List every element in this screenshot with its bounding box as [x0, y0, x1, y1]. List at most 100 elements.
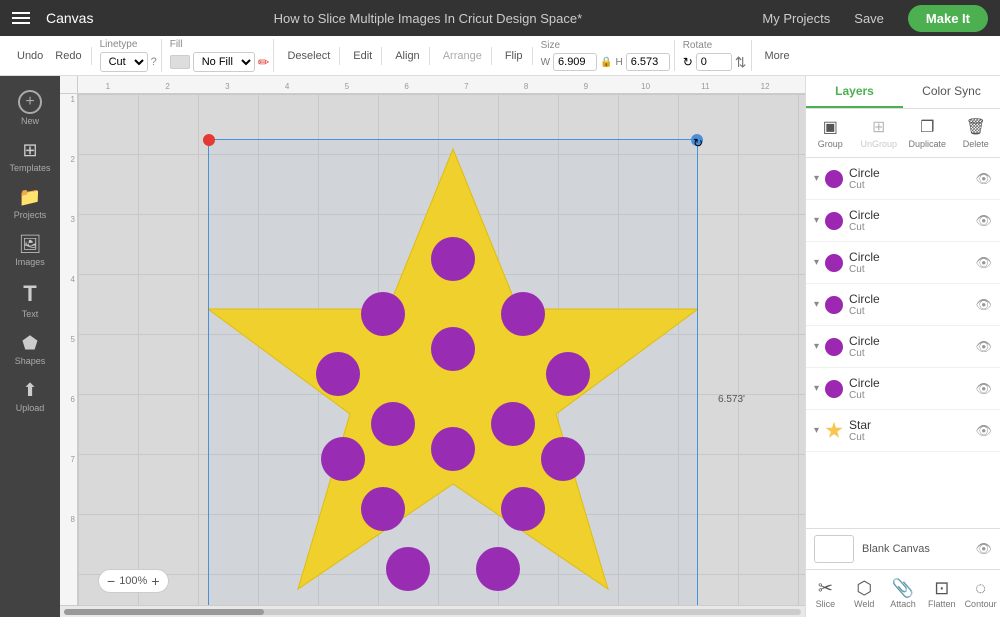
fill-label: Fill [170, 39, 183, 50]
sidebar-item-new[interactable]: + New [0, 84, 60, 132]
left-sidebar: + New ⊞ Templates 📁 Projects 🖼 Images T … [0, 76, 60, 617]
layer-swatch [825, 254, 843, 272]
projects-icon: 📁 [19, 187, 41, 208]
deselect-button[interactable]: Deselect [282, 47, 335, 65]
sidebar-item-projects[interactable]: 📁 Projects [0, 181, 60, 226]
attach-button[interactable]: 📎 Attach [884, 574, 923, 613]
arrange-button[interactable]: Arrange [438, 47, 487, 65]
make-it-button[interactable]: Make It [908, 5, 988, 32]
layer-chevron[interactable]: ▾ [814, 425, 819, 436]
layer-chevron[interactable]: ▾ [814, 299, 819, 310]
star-shape[interactable] [208, 139, 698, 605]
sidebar-item-images[interactable]: 🖼 Images [0, 228, 60, 273]
flatten-label: Flatten [928, 599, 956, 609]
layer-item[interactable]: ▾ Circle Cut 👁 [806, 326, 1000, 368]
delete-icon: 🗑 [966, 117, 986, 137]
layer-item[interactable]: ▾ Circle Cut 👁 [806, 200, 1000, 242]
duplicate-action[interactable]: ❐ Duplicate [903, 113, 952, 153]
canvas-label: Canvas [46, 10, 93, 26]
eye-icon[interactable]: 👁 [975, 171, 992, 187]
text-icon: T [23, 281, 36, 307]
layer-sublabel: Cut [849, 180, 969, 191]
eye-icon[interactable]: 👁 [975, 297, 992, 313]
sidebar-item-templates[interactable]: ⊞ Templates [0, 134, 60, 179]
rotate-arrows[interactable]: ⇅ [735, 54, 747, 71]
contour-button[interactable]: ◌ Contour [961, 574, 1000, 613]
rotate-input[interactable] [696, 53, 732, 71]
zoom-in-icon[interactable]: + [151, 573, 159, 589]
canvas[interactable]: ↻ 🔒 6.909' 6.573' − 100% + [78, 94, 805, 605]
layer-chevron[interactable]: ▾ [814, 173, 819, 184]
pencil-icon[interactable]: ✏ [258, 54, 270, 71]
weld-button[interactable]: ⬡ Weld [845, 574, 884, 613]
height-size-label: 6.573' [718, 394, 745, 405]
group-action[interactable]: ▣ Group [806, 113, 855, 153]
upload-icon: ⬆ [22, 380, 37, 401]
slice-button[interactable]: ✂ Slice [806, 574, 845, 613]
width-input[interactable] [553, 53, 597, 71]
layer-name: Circle [849, 250, 969, 264]
sidebar-label-shapes: Shapes [15, 356, 46, 366]
eye-icon[interactable]: 👁 [975, 423, 992, 439]
tab-layers[interactable]: Layers [806, 76, 903, 108]
eye-icon[interactable]: 👁 [975, 255, 992, 271]
height-input[interactable] [626, 53, 670, 71]
flatten-icon: ⊡ [934, 578, 949, 599]
scrollbar-thumb[interactable] [64, 609, 264, 615]
layer-chevron[interactable]: ▾ [814, 341, 819, 352]
rotate-icon: ↻ [683, 55, 693, 69]
layer-swatch [825, 212, 843, 230]
layer-chevron[interactable]: ▾ [814, 215, 819, 226]
sidebar-item-text[interactable]: T Text [0, 275, 60, 325]
layer-swatch-star [825, 422, 843, 440]
fill-swatch[interactable] [170, 55, 190, 69]
flip-button[interactable]: Flip [500, 47, 528, 65]
my-projects-link[interactable]: My Projects [762, 11, 830, 26]
layer-sublabel: Cut [849, 348, 969, 359]
eye-icon[interactable]: 👁 [975, 381, 992, 397]
layer-item-star[interactable]: ▾ Star Cut 👁 [806, 410, 1000, 452]
fill-select[interactable]: No Fill [193, 52, 255, 72]
duplicate-label: Duplicate [908, 139, 946, 149]
layer-item[interactable]: ▾ Circle Cut 👁 [806, 368, 1000, 410]
canvas-area: 1 2 3 4 5 6 7 8 9 10 11 12 [60, 76, 805, 617]
layer-swatch [825, 380, 843, 398]
layer-chevron[interactable]: ▾ [814, 383, 819, 394]
zoom-out-icon[interactable]: − [107, 573, 115, 589]
layer-swatch [825, 338, 843, 356]
sidebar-item-upload[interactable]: ⬆ Upload [0, 374, 60, 419]
layer-chevron[interactable]: ▾ [814, 257, 819, 268]
weld-icon: ⬡ [856, 578, 872, 599]
sidebar-label-projects: Projects [14, 210, 47, 220]
sidebar-label-upload: Upload [16, 403, 45, 413]
linetype-select[interactable]: Cut [100, 52, 148, 72]
layer-actions: ▣ Group ⊞ UnGroup ❐ Duplicate 🗑 Delete [806, 109, 1000, 158]
eye-icon[interactable]: 👁 [975, 213, 992, 229]
edit-button[interactable]: Edit [348, 47, 377, 65]
redo-button[interactable]: Redo [50, 47, 86, 65]
zoom-controls: − 100% + [98, 569, 169, 593]
sidebar-label-images: Images [15, 257, 45, 267]
layer-item[interactable]: ▾ Circle Cut 👁 [806, 284, 1000, 326]
top-bar: Canvas How to Slice Multiple Images In C… [0, 0, 1000, 36]
sidebar-item-shapes[interactable]: ⬟ Shapes [0, 327, 60, 372]
undo-button[interactable]: Undo [12, 47, 48, 65]
layer-item[interactable]: ▾ Circle Cut 👁 [806, 158, 1000, 200]
align-button[interactable]: Align [390, 47, 424, 65]
horizontal-scrollbar[interactable] [60, 605, 805, 617]
tab-color-sync[interactable]: Color Sync [903, 76, 1000, 108]
scrollbar-track[interactable] [64, 609, 801, 615]
delete-action[interactable]: 🗑 Delete [952, 113, 1000, 153]
more-button[interactable]: More [760, 47, 795, 65]
hamburger-menu[interactable] [12, 12, 30, 24]
layer-item[interactable]: ▾ Circle Cut 👁 [806, 242, 1000, 284]
ungroup-action[interactable]: ⊞ UnGroup [855, 113, 904, 153]
eye-icon[interactable]: 👁 [975, 339, 992, 355]
blank-canvas-swatch[interactable] [814, 535, 854, 563]
slice-label: Slice [816, 599, 836, 609]
flatten-button[interactable]: ⊡ Flatten [922, 574, 961, 613]
save-button[interactable]: Save [846, 7, 892, 30]
blank-canvas-eye[interactable]: 👁 [975, 541, 992, 557]
contour-icon: ◌ [975, 578, 986, 599]
lock-icon[interactable]: 🔒 [600, 57, 612, 68]
